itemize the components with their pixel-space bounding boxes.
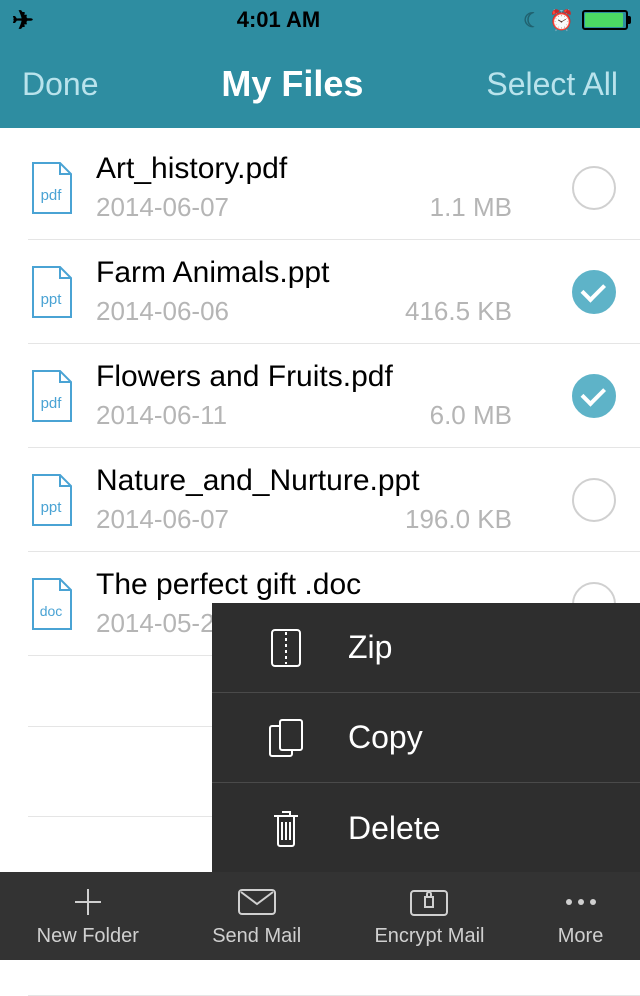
file-size: 196.0 KB (405, 504, 512, 535)
file-name: The perfect gift .doc (96, 568, 552, 602)
file-row[interactable]: pdf Flowers and Fruits.pdf 2014-06-11 6.… (28, 344, 640, 448)
new-folder-button[interactable]: New Folder (37, 885, 139, 948)
encrypt-mail-icon (409, 885, 449, 919)
doc-file-icon: doc (30, 578, 72, 630)
file-row[interactable]: ppt Nature_and_Nurture.ppt 2014-06-07 19… (28, 448, 640, 552)
mail-icon (237, 885, 277, 919)
copy-icon (268, 718, 304, 758)
file-list: pdf Art_history.pdf 2014-06-07 1.1 MB pp… (0, 136, 640, 656)
done-button[interactable]: Done (22, 66, 99, 103)
status-bar: ✈ 4:01 AM ☾ ⏰ (0, 0, 640, 40)
svg-text:pdf: pdf (41, 395, 63, 412)
plus-icon (71, 885, 105, 919)
airplane-mode-icon: ✈ (12, 5, 34, 36)
file-name: Farm Animals.ppt (96, 256, 552, 290)
file-size: 416.5 KB (405, 296, 512, 327)
file-row[interactable]: ppt Farm Animals.ppt 2014-06-06 416.5 KB (28, 240, 640, 344)
ppt-file-icon: ppt (30, 474, 72, 526)
new-folder-label: New Folder (37, 925, 139, 948)
alarm-icon: ⏰ (549, 8, 574, 33)
delete-icon (268, 808, 304, 848)
status-time: 4:01 AM (237, 7, 321, 33)
file-name: Art_history.pdf (96, 152, 552, 186)
file-name: Nature_and_Nurture.ppt (96, 464, 552, 498)
delete-action[interactable]: Delete (212, 783, 640, 873)
file-date: 2014-06-11 (96, 400, 227, 431)
zip-icon (268, 628, 304, 668)
svg-text:pdf: pdf (41, 187, 63, 204)
file-info: Nature_and_Nurture.ppt 2014-06-07 196.0 … (96, 464, 552, 535)
file-date: 2014-06-06 (96, 296, 229, 327)
file-name: Flowers and Fruits.pdf (96, 360, 552, 394)
pdf-file-icon: pdf (30, 162, 72, 214)
file-row[interactable]: pdf Art_history.pdf 2014-06-07 1.1 MB (28, 136, 640, 240)
selection-checkbox[interactable] (572, 270, 616, 314)
nav-bar: Done My Files Select All (0, 40, 640, 128)
file-info: Art_history.pdf 2014-06-07 1.1 MB (96, 152, 552, 223)
copy-label: Copy (348, 719, 423, 756)
do-not-disturb-icon: ☾ (523, 8, 541, 33)
svg-text:ppt: ppt (41, 291, 63, 308)
file-info: Flowers and Fruits.pdf 2014-06-11 6.0 MB (96, 360, 552, 431)
zip-label: Zip (348, 629, 392, 666)
file-size: 6.0 MB (430, 400, 512, 431)
file-date: 2014-05-27 (96, 608, 229, 639)
status-left: ✈ (12, 5, 34, 36)
delete-label: Delete (348, 810, 441, 847)
file-size: 1.1 MB (430, 192, 512, 223)
file-date: 2014-06-07 (96, 504, 229, 535)
pdf-file-icon: pdf (30, 370, 72, 422)
battery-icon (582, 10, 628, 30)
svg-text:ppt: ppt (41, 499, 63, 516)
zip-action[interactable]: Zip (212, 603, 640, 693)
encrypt-mail-label: Encrypt Mail (374, 925, 484, 948)
file-info: Farm Animals.ppt 2014-06-06 416.5 KB (96, 256, 552, 327)
status-right: ☾ ⏰ (523, 8, 628, 33)
send-mail-button[interactable]: Send Mail (212, 885, 301, 948)
more-icon (561, 885, 601, 919)
page-title: My Files (221, 63, 363, 105)
selection-checkbox[interactable] (572, 166, 616, 210)
more-button[interactable]: More (558, 885, 604, 948)
ppt-file-icon: ppt (30, 266, 72, 318)
svg-text:doc: doc (40, 603, 63, 619)
bottom-toolbar: New Folder Send Mail Encrypt Mail More (0, 872, 640, 960)
select-all-button[interactable]: Select All (486, 66, 618, 103)
more-label: More (558, 925, 604, 948)
encrypt-mail-button[interactable]: Encrypt Mail (374, 885, 484, 948)
copy-action[interactable]: Copy (212, 693, 640, 783)
file-date: 2014-06-07 (96, 192, 229, 223)
selection-checkbox[interactable] (572, 374, 616, 418)
action-menu: Zip Copy Delete (212, 603, 640, 873)
send-mail-label: Send Mail (212, 925, 301, 948)
selection-checkbox[interactable] (572, 478, 616, 522)
